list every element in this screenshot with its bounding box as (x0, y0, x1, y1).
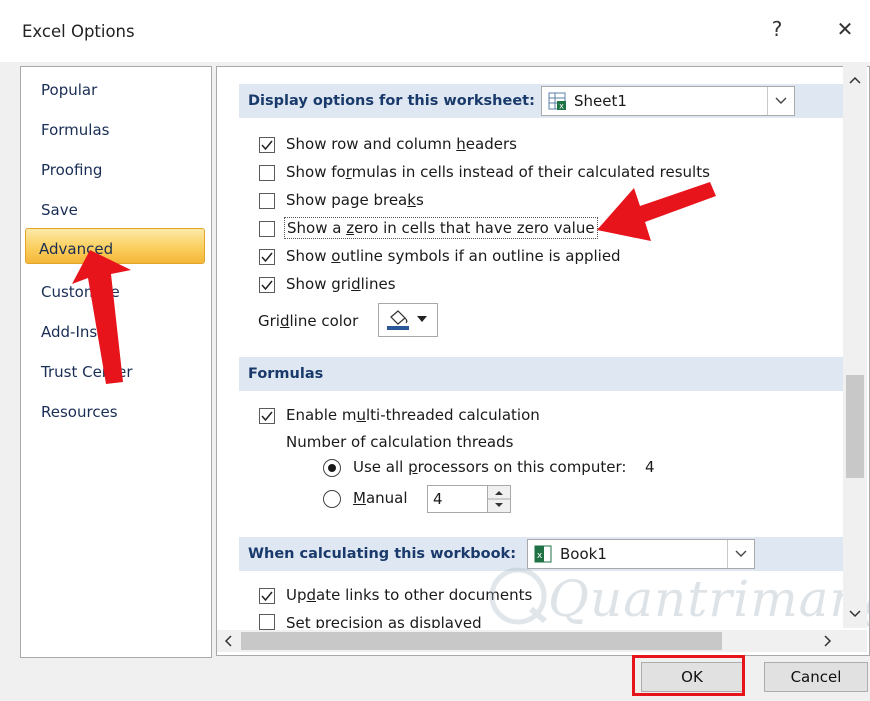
red-arrow-up (72, 250, 131, 384)
red-arrow-left (597, 182, 716, 241)
annotation-arrows (72, 182, 716, 384)
